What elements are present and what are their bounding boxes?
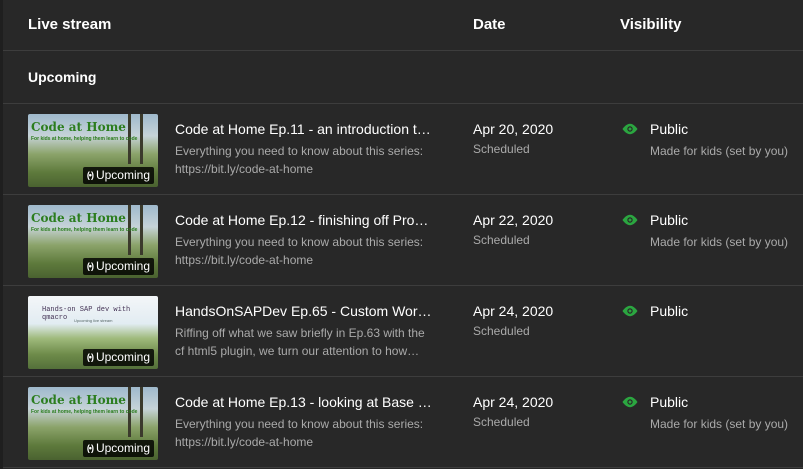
date-status: Scheduled xyxy=(473,142,530,156)
badge-label: Upcoming xyxy=(95,350,150,364)
video-thumbnail[interactable]: Hands-on SAP dev with qmacro Upcoming li… xyxy=(28,296,158,369)
thumbnail-subtitle-text: For kids at home, helping them learn to … xyxy=(31,409,138,415)
live-broadcast-icon: (•) xyxy=(86,443,94,453)
date-value: Apr 24, 2020 xyxy=(473,303,554,319)
video-title-link[interactable]: Code at Home Ep.11 - an introduction t… xyxy=(175,121,431,137)
eye-icon[interactable] xyxy=(621,396,639,408)
video-description: Everything you need to know about this s… xyxy=(175,233,460,269)
date-value: Apr 22, 2020 xyxy=(473,212,554,228)
date-status: Scheduled xyxy=(473,324,530,338)
video-thumbnail[interactable]: Code at Home For kids at home, helping t… xyxy=(28,205,158,278)
thumbnail-title-text: Code at Home xyxy=(31,120,126,134)
table-row[interactable]: Code at Home For kids at home, helping t… xyxy=(3,377,803,468)
audience-setting: Made for kids (set by you) xyxy=(650,144,789,158)
section-upcoming: Upcoming xyxy=(3,51,803,104)
live-broadcast-icon: (•) xyxy=(86,170,94,180)
thumbnail-subtitle-text: For kids at home, helping them learn to … xyxy=(31,227,138,233)
description-line: Everything you need to know about this s… xyxy=(175,235,424,249)
table-row[interactable]: Hands-on SAP dev with qmacro Upcoming li… xyxy=(3,286,803,377)
upcoming-badge: (•) Upcoming xyxy=(82,167,154,184)
description-line: https://bit.ly/code-at-home xyxy=(175,162,314,176)
column-header-visibility[interactable]: Visibility xyxy=(620,16,681,33)
upcoming-badge: (•) Upcoming xyxy=(82,349,154,366)
eye-icon[interactable] xyxy=(621,123,639,135)
date-value: Apr 20, 2020 xyxy=(473,121,554,137)
video-description: Everything you need to know about this s… xyxy=(175,142,460,178)
thumbnail-title-text: Code at Home xyxy=(31,393,126,407)
video-title-link[interactable]: HandsOnSAPDev Ep.65 - Custom Wor… xyxy=(175,303,432,319)
date-value: Apr 24, 2020 xyxy=(473,394,554,410)
visibility-status[interactable]: Public xyxy=(650,121,688,137)
badge-label: Upcoming xyxy=(95,441,150,455)
video-title-link[interactable]: Code at Home Ep.13 - looking at Base … xyxy=(175,394,432,410)
video-description: Riffing off what we saw briefly in Ep.63… xyxy=(175,324,460,360)
thumbnail-title-text: Code at Home xyxy=(31,211,126,225)
audience-setting: Made for kids (set by you) xyxy=(650,235,789,249)
description-line: https://bit.ly/code-at-home xyxy=(175,435,314,449)
thumbnail-subtitle-text: For kids at home, helping them learn to … xyxy=(31,136,138,142)
upcoming-badge: (•) Upcoming xyxy=(82,440,154,457)
live-broadcast-icon: (•) xyxy=(86,352,94,362)
date-status: Scheduled xyxy=(473,415,530,429)
eye-icon[interactable] xyxy=(621,214,639,226)
description-line: Everything you need to know about this s… xyxy=(175,417,424,431)
section-title: Upcoming xyxy=(28,69,97,85)
visibility-status[interactable]: Public xyxy=(650,303,688,319)
table-row[interactable]: Code at Home For kids at home, helping t… xyxy=(3,104,803,195)
upcoming-badge: (•) Upcoming xyxy=(82,258,154,275)
thumbnail-subtitle-text: Upcoming live stream xyxy=(74,318,113,323)
video-thumbnail[interactable]: Code at Home For kids at home, helping t… xyxy=(28,387,158,460)
video-description: Everything you need to know about this s… xyxy=(175,415,460,451)
badge-label: Upcoming xyxy=(95,259,150,273)
badge-label: Upcoming xyxy=(95,168,150,182)
description-line: Everything you need to know about this s… xyxy=(175,144,424,158)
description-line: Riffing off what we saw briefly in Ep.63… xyxy=(175,326,425,340)
column-header-live-stream[interactable]: Live stream xyxy=(28,16,111,33)
table-header: Live stream Date Visibility xyxy=(3,0,803,51)
table-row[interactable]: Code at Home For kids at home, helping t… xyxy=(3,195,803,286)
description-line: cf html5 plugin, we turn our attention t… xyxy=(175,344,420,358)
video-title-link[interactable]: Code at Home Ep.12 - finishing off Pro… xyxy=(175,212,428,228)
live-broadcast-icon: (•) xyxy=(86,261,94,271)
eye-icon[interactable] xyxy=(621,305,639,317)
date-status: Scheduled xyxy=(473,233,530,247)
visibility-status[interactable]: Public xyxy=(650,394,688,410)
column-header-date[interactable]: Date xyxy=(473,16,506,33)
description-line: https://bit.ly/code-at-home xyxy=(175,253,314,267)
audience-setting: Made for kids (set by you) xyxy=(650,417,789,431)
visibility-status[interactable]: Public xyxy=(650,212,688,228)
live-stream-list: Live stream Date Visibility Upcoming Cod… xyxy=(0,0,803,469)
video-thumbnail[interactable]: Code at Home For kids at home, helping t… xyxy=(28,114,158,187)
